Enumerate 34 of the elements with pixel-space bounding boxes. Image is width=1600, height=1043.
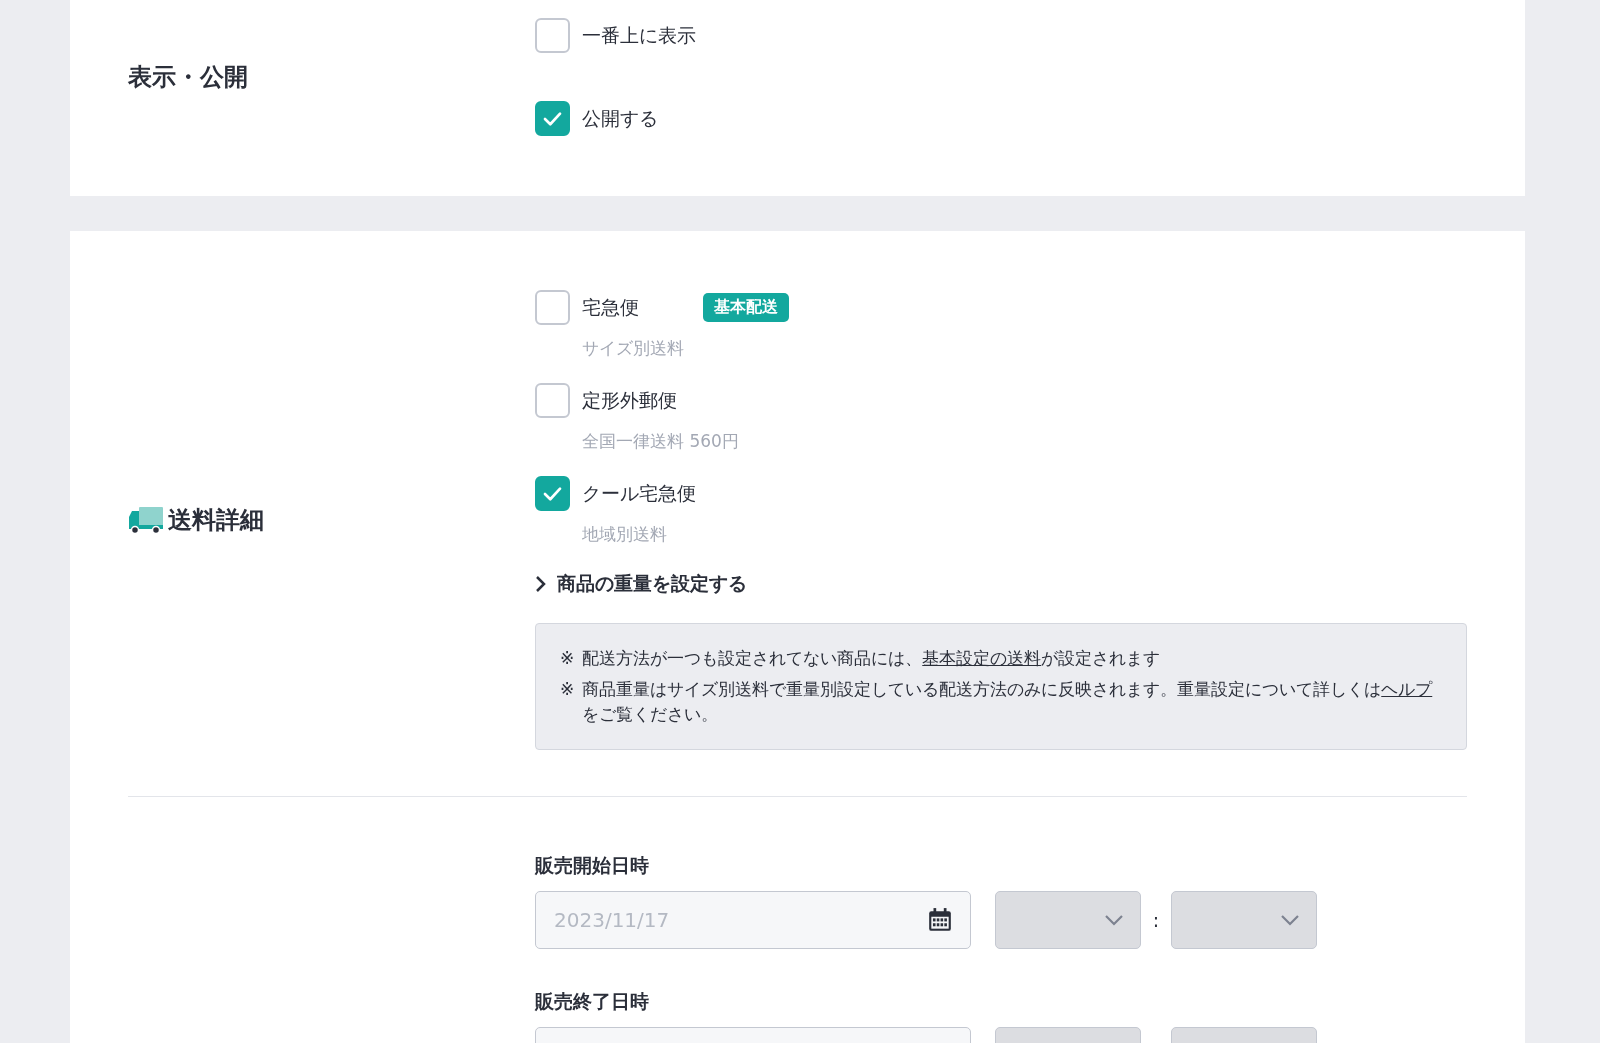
checkbox[interactable]: [535, 290, 570, 325]
checkbox[interactable]: [535, 18, 570, 53]
chevron-down-icon: [1104, 914, 1124, 926]
note-text: 商品重量はサイズ別送料で重量別設定している配送方法のみに反映されます。重量設定について詳しくはヘルプ をご覧ください。: [582, 678, 1434, 726]
checkbox-label[interactable]: 宅急便: [582, 294, 639, 321]
note-mark: ※: [560, 647, 575, 670]
weight-settings-toggle[interactable]: 商品の重量を設定する: [535, 571, 747, 597]
checkbox-label[interactable]: 一番上に表示: [582, 22, 696, 49]
time-separator: :: [1151, 909, 1161, 931]
help-link[interactable]: 基本設定の送料: [922, 648, 1042, 668]
checkbox-label[interactable]: 公開する: [582, 105, 658, 132]
section-title: 表示・公開: [128, 62, 248, 93]
section-title: 送料詳細: [168, 505, 264, 536]
checkbox[interactable]: [535, 383, 570, 418]
truck-icon: [128, 505, 164, 535]
checkbox-label[interactable]: 定形外郵便: [582, 387, 677, 414]
minute-select[interactable]: [1171, 891, 1317, 949]
note-mark: ※: [560, 678, 575, 701]
chevron-icon: [535, 575, 547, 593]
shipping-fee-description: サイズ別送料: [582, 337, 685, 359]
shipping-fee-description: 全国一律送料 560円: [582, 430, 740, 452]
checkbox-label[interactable]: クール宅急便: [582, 480, 696, 507]
shipping-fee-description: 地域別送料: [582, 523, 668, 545]
date-field[interactable]: 2023/11/17: [535, 891, 971, 949]
note-text: 配送方法が一つも設定されてない商品には、基本設定の送料が設定されます: [582, 647, 1161, 670]
checkbox[interactable]: [535, 476, 570, 511]
checkbox[interactable]: [535, 101, 570, 136]
help-link[interactable]: ヘルプ: [1381, 679, 1433, 699]
field-label: 販売終了日時: [535, 989, 650, 1014]
chevron-down-icon: [1280, 914, 1300, 926]
calendar-icon[interactable]: [927, 907, 953, 933]
field-label: 販売開始日時: [535, 853, 650, 878]
hour-select[interactable]: [995, 891, 1141, 949]
default-shipping-badge: 基本配送: [703, 293, 789, 322]
